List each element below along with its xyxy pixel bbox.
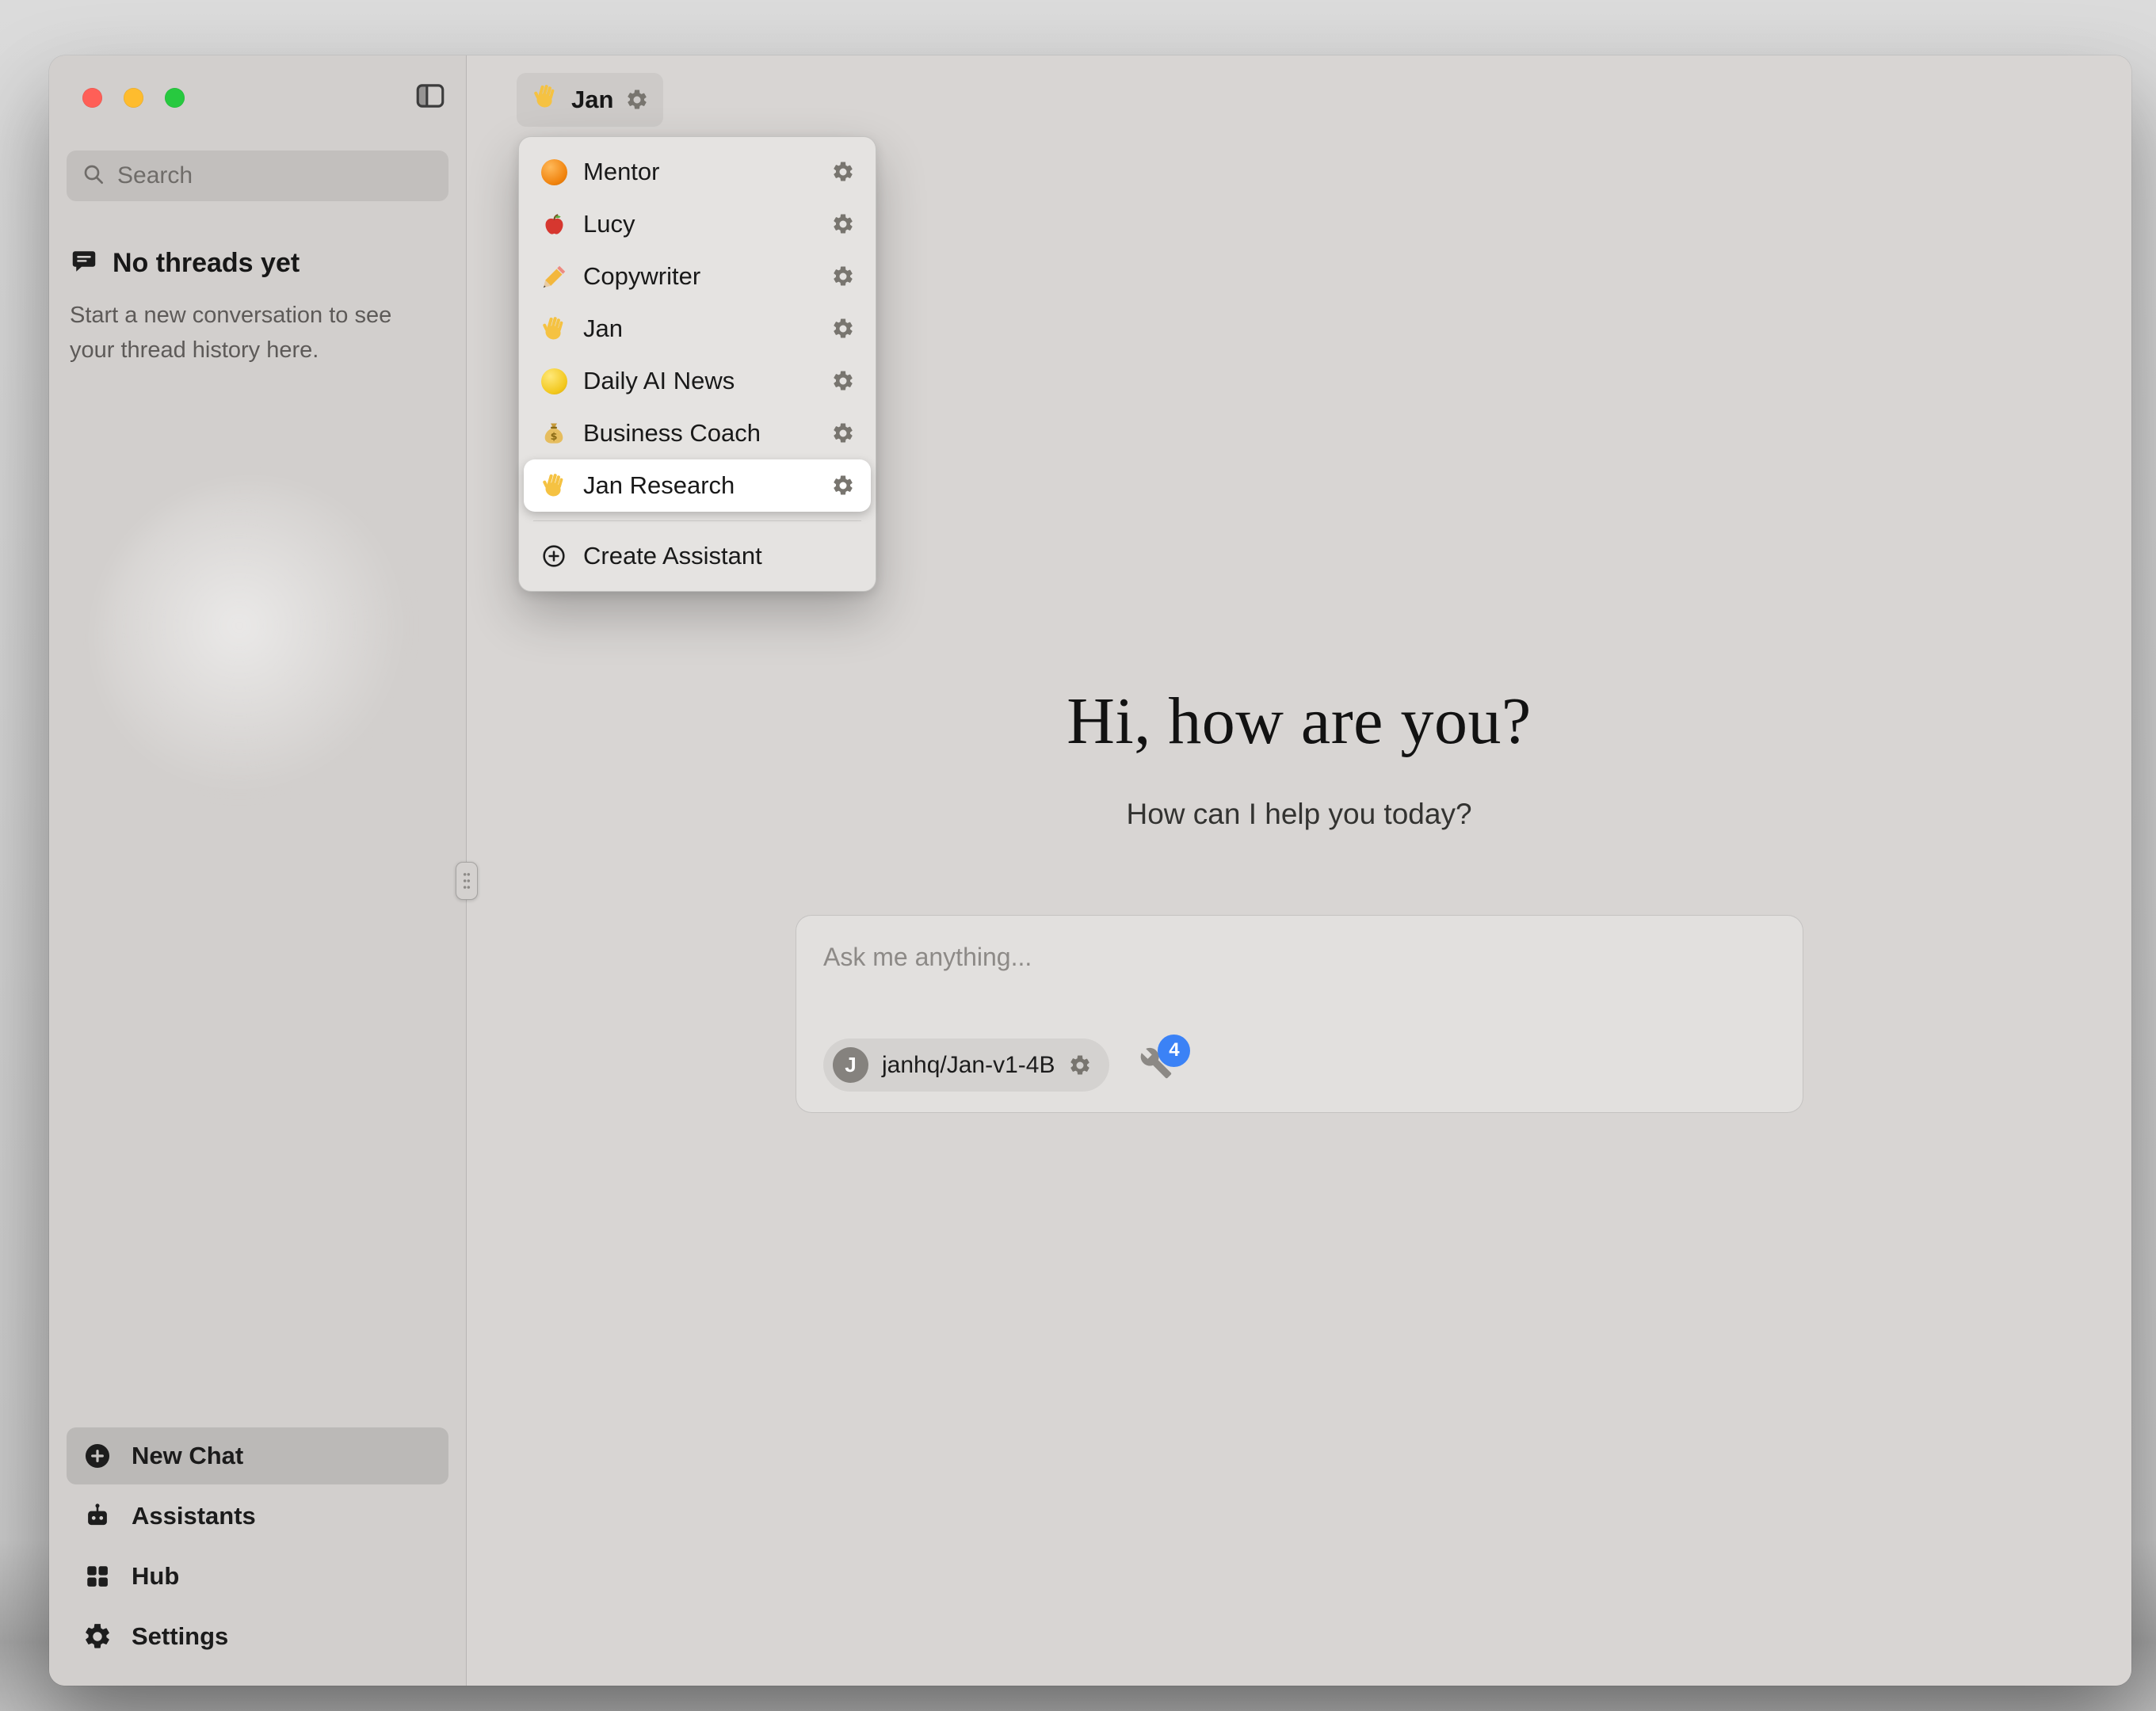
- sidebar-item-new-chat[interactable]: New Chat: [67, 1427, 448, 1484]
- gear-icon[interactable]: [831, 421, 855, 445]
- zoom-button[interactable]: [165, 88, 185, 108]
- money-bag-icon: $: [540, 419, 568, 448]
- orange-sphere-icon: [540, 158, 568, 186]
- assistant-dropdown-menu: Mentor Lucy: [518, 136, 876, 592]
- gear-icon[interactable]: [831, 265, 855, 288]
- plus-circle-icon: [82, 1441, 113, 1471]
- main-header: Jan: [467, 55, 2131, 144]
- empty-state-title: No threads yet: [113, 248, 300, 279]
- close-button[interactable]: [82, 88, 102, 108]
- pencil-icon: [540, 262, 568, 291]
- main-area: Jan Mentor: [467, 55, 2131, 1686]
- hub-blocks-icon: [82, 1561, 113, 1591]
- menu-item-label: Create Assistant: [583, 542, 762, 570]
- assistant-selector-button[interactable]: Jan: [517, 73, 663, 127]
- composer-toolbar: J janhq/Jan-v1-4B 4: [823, 1038, 1776, 1092]
- menu-item-label: Mentor: [583, 158, 659, 186]
- menu-item-label: Copywriter: [583, 262, 700, 291]
- sidebar-item-hub[interactable]: Hub: [67, 1548, 448, 1605]
- waving-hand-icon: [531, 82, 559, 117]
- assistant-selector-label: Jan: [571, 86, 613, 114]
- sidebar-item-label: New Chat: [132, 1442, 243, 1470]
- empty-state-description: Start a new conversation to see your thr…: [70, 299, 422, 368]
- sidebar-nav: New Chat Assistants: [67, 1427, 448, 1686]
- search-field[interactable]: [67, 151, 448, 201]
- chat-composer[interactable]: J janhq/Jan-v1-4B 4: [796, 915, 1803, 1113]
- gear-icon[interactable]: [831, 317, 855, 341]
- gear-icon[interactable]: [831, 474, 855, 497]
- waving-hand-icon: [540, 314, 568, 343]
- model-settings-gear-icon[interactable]: [1068, 1054, 1092, 1077]
- chat-input[interactable]: [823, 943, 1776, 993]
- chat-bubble-icon: [70, 247, 98, 280]
- sidebar-item-label: Assistants: [132, 1502, 256, 1530]
- sidebar-toggle-button[interactable]: [412, 79, 448, 116]
- menu-item-mentor[interactable]: Mentor: [527, 146, 868, 198]
- menu-item-daily-ai-news[interactable]: Daily AI News: [527, 355, 868, 407]
- menu-item-lucy[interactable]: Lucy: [527, 198, 868, 250]
- sidebar-item-label: Settings: [132, 1622, 228, 1651]
- menu-item-jan[interactable]: Jan: [527, 303, 868, 355]
- menu-item-create-assistant[interactable]: Create Assistant: [527, 530, 868, 582]
- model-avatar: J: [833, 1047, 868, 1083]
- waving-hand-icon: [540, 471, 568, 500]
- traffic-lights: [67, 88, 185, 108]
- gear-icon[interactable]: [831, 160, 855, 184]
- sidebar-resize-handle[interactable]: [456, 862, 478, 900]
- minimize-button[interactable]: [124, 88, 143, 108]
- sidebar-item-assistants[interactable]: Assistants: [67, 1488, 448, 1545]
- greeting-subtitle: How can I help you today?: [467, 798, 2131, 831]
- yellow-sphere-icon: [540, 367, 568, 395]
- app-window: No threads yet Start a new conversation …: [49, 55, 2131, 1686]
- sidebar-item-label: Hub: [132, 1562, 179, 1591]
- menu-item-label: Daily AI News: [583, 367, 735, 395]
- tools-count-badge: 4: [1158, 1035, 1190, 1067]
- menu-item-business-coach[interactable]: $ Business Coach: [527, 407, 868, 459]
- menu-separator: [533, 520, 861, 521]
- create-plus-circle-icon: [540, 542, 568, 570]
- gear-icon[interactable]: [831, 212, 855, 236]
- menu-item-label: Lucy: [583, 210, 635, 238]
- search-input[interactable]: [117, 162, 434, 189]
- sidebar-item-settings[interactable]: Settings: [67, 1608, 448, 1665]
- sidebar: No threads yet Start a new conversation …: [49, 55, 467, 1686]
- model-selector-button[interactable]: J janhq/Jan-v1-4B: [823, 1038, 1109, 1092]
- sidebar-watermark: [97, 483, 414, 800]
- gear-icon[interactable]: [831, 369, 855, 393]
- search-icon: [81, 162, 106, 191]
- settings-gear-icon: [82, 1621, 113, 1652]
- svg-text:$: $: [551, 431, 558, 443]
- menu-item-label: Jan Research: [583, 471, 735, 500]
- menu-item-label: Jan: [583, 314, 623, 343]
- menu-item-copywriter[interactable]: Copywriter: [527, 250, 868, 303]
- titlebar: [67, 55, 448, 139]
- greeting: Hi, how are you? How can I help you toda…: [467, 683, 2131, 831]
- assistant-settings-gear-icon[interactable]: [625, 88, 649, 112]
- model-name: janhq/Jan-v1-4B: [882, 1052, 1055, 1079]
- menu-item-jan-research[interactable]: Jan Research: [524, 459, 871, 512]
- apple-icon: [540, 210, 568, 238]
- sidebar-toggle-icon: [414, 79, 447, 116]
- menu-item-label: Business Coach: [583, 419, 761, 448]
- greeting-title: Hi, how are you?: [467, 683, 2131, 760]
- assistants-robot-icon: [82, 1501, 113, 1531]
- threads-empty-state: No threads yet Start a new conversation …: [67, 247, 448, 368]
- tools-button[interactable]: 4: [1138, 1047, 1174, 1084]
